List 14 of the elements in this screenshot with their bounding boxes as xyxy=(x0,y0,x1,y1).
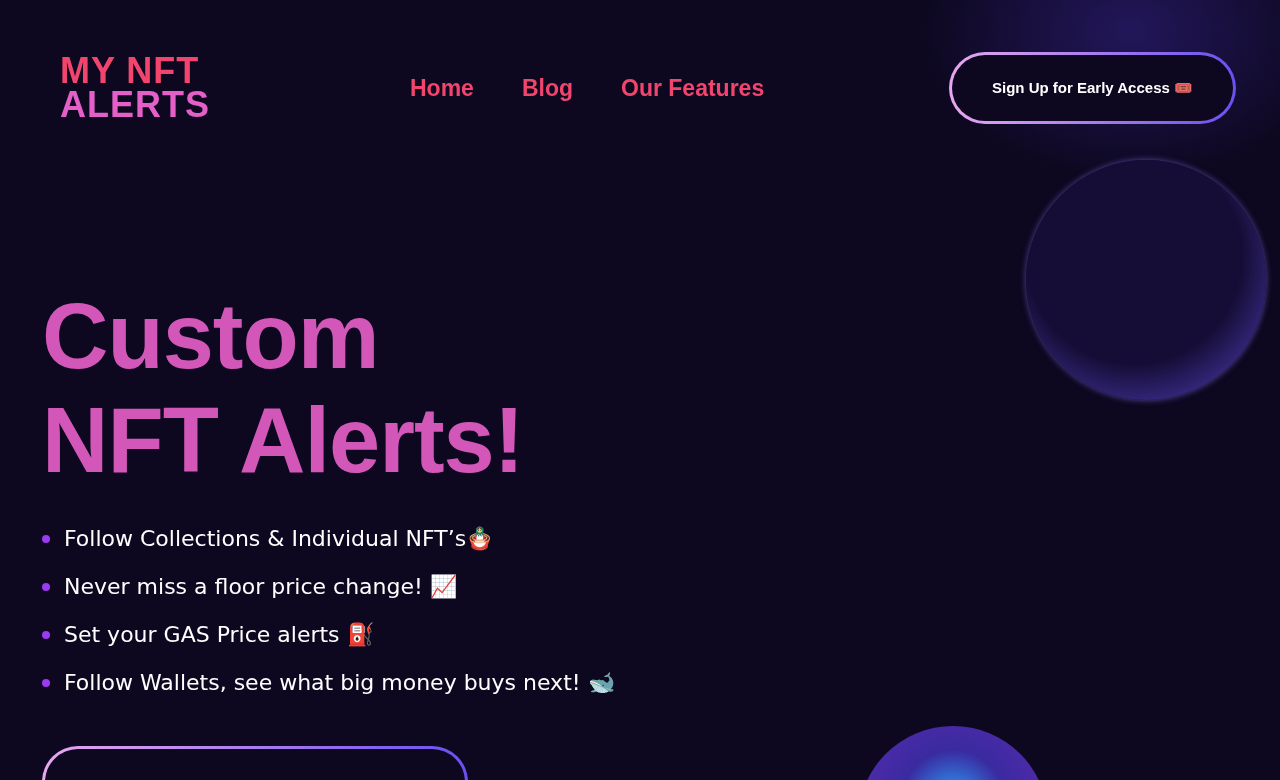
feature-text: Follow Wallets, see what big money buys next! 🐋 xyxy=(64,669,615,697)
nav-link[interactable]: Blog xyxy=(521,74,573,102)
nav-link[interactable]: Our Features xyxy=(621,74,765,102)
feature-text: Never miss a floor price change! 📈 xyxy=(64,573,457,601)
bullet-icon xyxy=(42,583,50,591)
headline: Custom xyxy=(42,284,379,388)
nav-link[interactable]: Home xyxy=(410,74,474,102)
bullet-icon xyxy=(42,679,50,687)
feature-text: Follow Collections & Individual NFT’s🪆 xyxy=(64,525,494,553)
headline: NFT Alerts! xyxy=(42,388,524,492)
logo[interactable]: MY NFT ALERTS xyxy=(60,54,210,122)
feature-text: Set your GAS Price alerts ⛽ xyxy=(64,621,374,649)
bullet-icon xyxy=(42,535,50,543)
bullet-icon xyxy=(42,631,50,639)
